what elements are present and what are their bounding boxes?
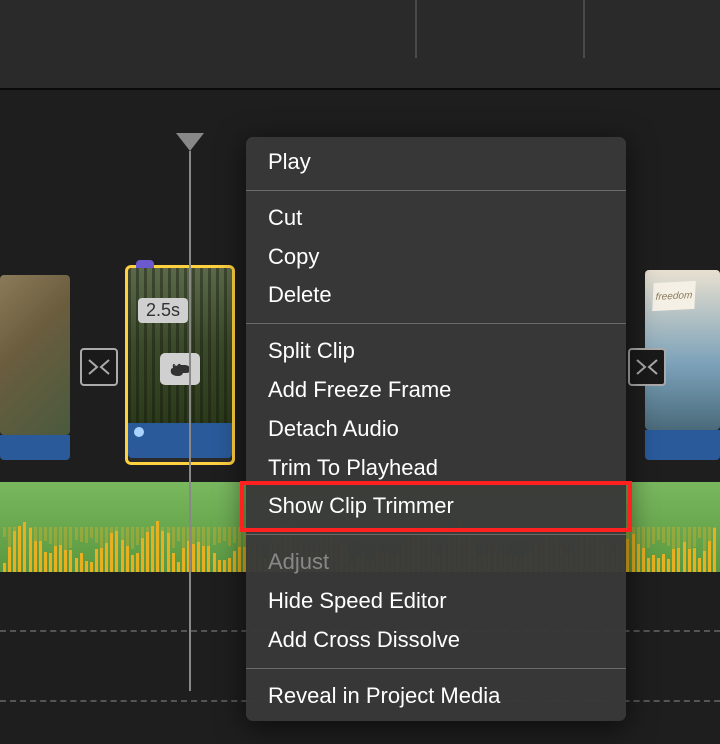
menu-delete[interactable]: Delete bbox=[246, 276, 626, 315]
transition-icon[interactable] bbox=[80, 348, 118, 386]
toolbar-divider bbox=[583, 0, 585, 58]
menu-separator bbox=[246, 323, 626, 324]
menu-split-clip[interactable]: Split Clip bbox=[246, 332, 626, 371]
menu-separator bbox=[246, 534, 626, 535]
clip-audio bbox=[0, 435, 70, 460]
timeline[interactable]: 2.5s freedom Play Cut Copy Delete Split … bbox=[0, 90, 720, 744]
playhead-line bbox=[189, 151, 191, 691]
menu-adjust: Adjust bbox=[246, 543, 626, 582]
menu-add-freeze-frame[interactable]: Add Freeze Frame bbox=[246, 371, 626, 410]
clip-flag-text: freedom bbox=[652, 281, 696, 311]
menu-detach-audio[interactable]: Detach Audio bbox=[246, 410, 626, 449]
menu-add-cross-dissolve[interactable]: Add Cross Dissolve bbox=[246, 621, 626, 660]
playhead[interactable] bbox=[176, 133, 204, 691]
clip-audio bbox=[645, 430, 720, 460]
menu-copy[interactable]: Copy bbox=[246, 238, 626, 277]
menu-separator bbox=[246, 668, 626, 669]
toolbar bbox=[0, 0, 720, 90]
playhead-handle-icon[interactable] bbox=[176, 133, 204, 151]
menu-hide-speed-editor[interactable]: Hide Speed Editor bbox=[246, 582, 626, 621]
toolbar-divider bbox=[415, 0, 417, 58]
menu-reveal-in-project-media[interactable]: Reveal in Project Media bbox=[246, 677, 626, 716]
menu-play[interactable]: Play bbox=[246, 143, 626, 182]
menu-show-clip-trimmer[interactable]: Show Clip Trimmer bbox=[246, 487, 626, 526]
context-menu: Play Cut Copy Delete Split Clip Add Free… bbox=[246, 137, 626, 721]
menu-trim-to-playhead[interactable]: Trim To Playhead bbox=[246, 449, 626, 488]
menu-separator bbox=[246, 190, 626, 191]
transition-icon[interactable] bbox=[628, 348, 666, 386]
video-clip-prev[interactable] bbox=[0, 275, 70, 460]
clip-thumbnail bbox=[0, 275, 70, 435]
menu-cut[interactable]: Cut bbox=[246, 199, 626, 238]
